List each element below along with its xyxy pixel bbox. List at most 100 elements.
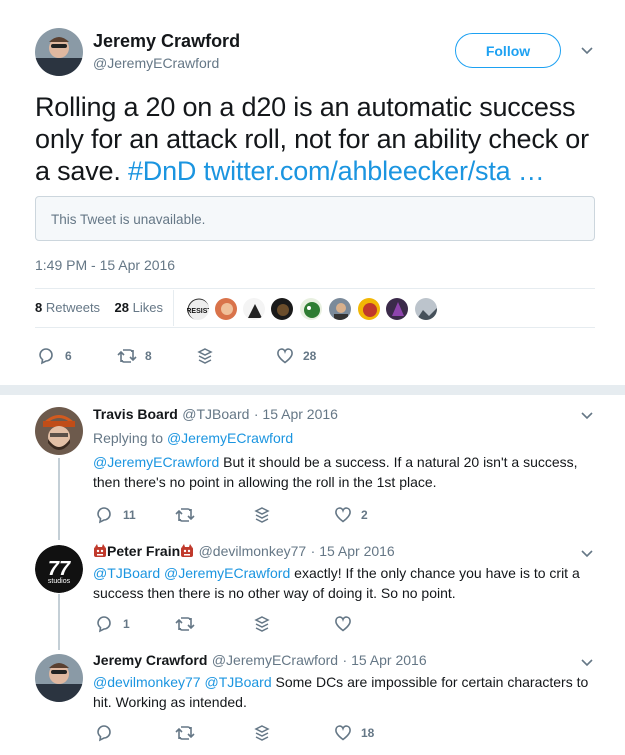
follow-button[interactable]: Follow (455, 33, 561, 68)
reply-author-handle[interactable]: @JeremyECrawford (212, 652, 338, 668)
replying-prefix: Replying to (93, 430, 164, 446)
heart-icon (334, 724, 352, 742)
liker-avatar[interactable] (299, 297, 323, 321)
quoted-tweet-unavailable: This Tweet is unavailable. (35, 196, 595, 241)
reply-action[interactable]: 11 (95, 506, 136, 524)
retweets-stat[interactable]: 8 Retweets (35, 300, 100, 315)
liker-avatar[interactable] (214, 297, 238, 321)
reply-caret-icon[interactable] (579, 408, 595, 424)
stack-action[interactable] (196, 347, 214, 365)
liker-avatar[interactable] (414, 297, 438, 321)
heart-icon (334, 615, 352, 633)
like-count: 28 (303, 349, 317, 363)
retweets-label: Retweets (45, 300, 101, 315)
replying-to-link[interactable]: @JeremyECrawford (167, 430, 293, 446)
reply-author-handle[interactable]: @devilmonkey77 (199, 543, 307, 559)
reply-date[interactable]: · 15 Apr 2016 (311, 543, 395, 559)
liker-avatar[interactable] (385, 297, 409, 321)
retweet-count: 8 (145, 349, 152, 363)
liker-avatar[interactable] (357, 297, 381, 321)
tweet-url-link[interactable]: twitter.com/ahbleecker/sta … (204, 156, 545, 186)
like-action[interactable]: 18 (334, 724, 374, 742)
likes-stat[interactable]: 28 Likes (115, 300, 163, 315)
reply-icon (95, 615, 113, 633)
retweet-action[interactable]: 8 (117, 347, 152, 365)
reply-header: Jeremy Crawford @JeremyECrawford · 15 Ap… (93, 652, 563, 670)
heart-icon (276, 347, 294, 365)
divider (35, 327, 595, 328)
reply-date[interactable]: · 15 Apr 2016 (343, 652, 427, 668)
tweet-text: Rolling a 20 on a d20 is an automatic su… (35, 91, 605, 187)
liker-avatar[interactable] (242, 297, 266, 321)
emoji-icon (93, 544, 107, 558)
retweet-icon (175, 506, 195, 524)
reply-action[interactable]: 1 (95, 615, 130, 633)
mention-link[interactable]: @TJBoard @JeremyECrawford (93, 565, 290, 581)
liker-avatar[interactable]: RESIST (186, 297, 210, 321)
svg-text:studios: studios (48, 578, 71, 585)
reply-count: 11 (123, 508, 136, 522)
layers-icon (253, 506, 271, 524)
liker-avatar[interactable] (270, 297, 294, 321)
thread-line (58, 458, 60, 540)
reply-caret-icon[interactable] (579, 546, 595, 562)
reply-caret-icon[interactable] (579, 655, 595, 671)
retweet-action[interactable] (175, 615, 195, 633)
thread-line (58, 594, 60, 650)
reply-header: Travis Board @TJBoard · 15 Apr 2016 (93, 406, 563, 424)
reply-text: @TJBoard @JeremyECrawford exactly! If th… (93, 563, 583, 603)
reply-action[interactable]: 6 (37, 347, 72, 365)
stack-action[interactable] (253, 724, 271, 742)
author-handle[interactable]: @JeremyECrawford (93, 55, 219, 71)
like-action[interactable]: 2 (334, 506, 368, 524)
reply-author-name[interactable]: Jeremy Crawford (93, 652, 207, 668)
reply-icon (37, 347, 55, 365)
reply-avatar-jeremy[interactable] (35, 654, 83, 702)
like-count: 18 (361, 726, 375, 740)
layers-icon (253, 615, 271, 633)
author-name[interactable]: Jeremy Crawford (93, 31, 240, 52)
tweet-timestamp[interactable]: 1:49 PM - 15 Apr 2016 (35, 257, 175, 273)
reply-avatar-peter[interactable]: 77 studios (35, 545, 83, 593)
hashtag-link[interactable]: #DnD (128, 156, 196, 186)
section-separator (0, 385, 625, 395)
replying-to: Replying to @JeremyECrawford (93, 430, 293, 446)
layers-icon (253, 724, 271, 742)
emoji-icon (180, 544, 194, 558)
reply-text: @JeremyECrawford But it should be a succ… (93, 452, 603, 492)
like-action[interactable] (334, 615, 352, 633)
divider (35, 288, 595, 289)
heart-icon (334, 506, 352, 524)
reply-count: 6 (65, 349, 72, 363)
svg-text:77: 77 (48, 558, 71, 580)
stack-action[interactable] (253, 615, 271, 633)
reply-text: @devilmonkey77 @TJBoard Some DCs are imp… (93, 672, 593, 712)
more-options-caret-icon[interactable] (579, 43, 595, 59)
stack-action[interactable] (253, 506, 271, 524)
liker-avatar[interactable] (328, 297, 352, 321)
author-avatar[interactable] (35, 28, 83, 76)
reply-action[interactable] (95, 724, 113, 742)
retweet-action[interactable] (175, 724, 195, 742)
reply-author-name[interactable]: Peter Frain (107, 543, 180, 559)
like-count: 2 (361, 508, 368, 522)
likes-count: 28 (114, 300, 129, 315)
engagement-stats: 8 Retweets 28 Likes (35, 300, 163, 315)
reply-author-handle[interactable]: @TJBoard (182, 406, 249, 422)
reply-icon (95, 506, 113, 524)
reply-avatar-travis[interactable] (35, 407, 83, 455)
retweet-action[interactable] (175, 506, 195, 524)
layers-icon (196, 347, 214, 365)
svg-text:RESIST: RESIST (187, 308, 210, 315)
reply-date[interactable]: · 15 Apr 2016 (254, 406, 338, 422)
stats-separator (173, 290, 174, 326)
reply-author-name[interactable]: Travis Board (93, 406, 178, 422)
reply-icon (95, 724, 113, 742)
mention-link[interactable]: @JeremyECrawford (93, 454, 219, 470)
reply-header: Peter Frain @devilmonkey77 · 15 Apr 2016 (93, 543, 563, 561)
retweet-icon (175, 724, 195, 742)
reply-count: 1 (123, 617, 130, 631)
like-action[interactable]: 28 (276, 347, 316, 365)
retweets-count: 8 (35, 300, 43, 315)
mention-link[interactable]: @devilmonkey77 @TJBoard (93, 674, 272, 690)
